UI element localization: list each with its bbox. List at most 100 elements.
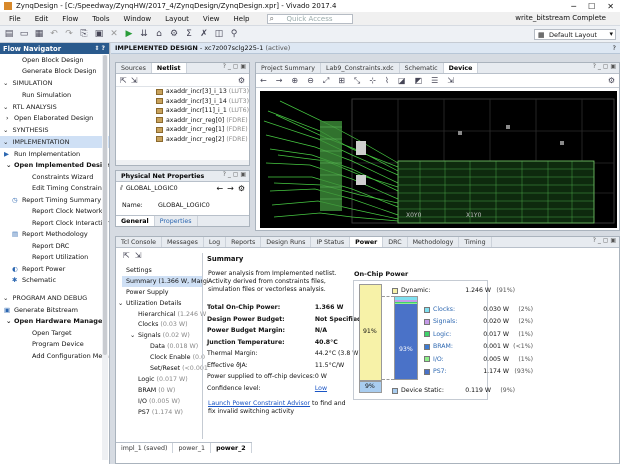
- tab-reports[interactable]: Reports: [226, 237, 262, 247]
- nav-item[interactable]: Constraints Wizard: [0, 171, 109, 183]
- nav-item[interactable]: Report Clock Interaction: [0, 217, 109, 229]
- nav-item[interactable]: Edit Timing Constraints: [0, 183, 109, 195]
- nav-item[interactable]: ▶ Run Implementation: [0, 148, 109, 160]
- nav-item[interactable]: Open Block Design: [0, 54, 109, 66]
- mark-icon[interactable]: ◩: [415, 76, 423, 85]
- power-tree-item[interactable]: Hierarchical (1.246 W: [122, 309, 206, 320]
- delete-icon[interactable]: ✕: [108, 28, 120, 40]
- nav-item[interactable]: ▤ Report Methodology: [0, 229, 109, 241]
- nav-item[interactable]: ◷ Report Timing Summary: [0, 194, 109, 206]
- menu-layout[interactable]: Layout: [158, 15, 196, 23]
- netlist-row[interactable]: axaddr_incr[11]_i_1 (LUT6): [116, 106, 249, 116]
- tab-tcl-console[interactable]: Tcl Console: [116, 237, 162, 247]
- chevron-down-icon[interactable]: ⌄: [118, 300, 126, 307]
- result-tab[interactable]: power_2: [211, 443, 252, 453]
- tab-methodology[interactable]: Methodology: [408, 237, 460, 247]
- device-settings-icon[interactable]: ⚙: [608, 76, 619, 85]
- expand-all-icon[interactable]: ⇲: [131, 76, 138, 85]
- zoom-area-icon[interactable]: ⊞: [338, 76, 345, 85]
- tab-properties[interactable]: Properties: [155, 216, 198, 226]
- netlist-row[interactable]: axaddr_incr[3]_i_14 (LUT3): [116, 97, 249, 107]
- bottom-controls-icon[interactable]: ? _ ▢ ▣: [593, 237, 619, 247]
- tab-power[interactable]: Power: [350, 237, 384, 247]
- result-tab[interactable]: power_1: [173, 443, 212, 453]
- nav-item[interactable]: › Open Elaborated Design: [0, 113, 109, 125]
- netlist-hscroll[interactable]: [116, 160, 249, 165]
- menu-file[interactable]: File: [2, 15, 28, 23]
- advisor-link[interactable]: Launch Power Constraint Advisor: [208, 400, 310, 407]
- nav-item[interactable]: Program Device: [0, 339, 109, 351]
- power-tree-item[interactable]: Settings: [122, 265, 202, 276]
- nav-item[interactable]: Report Clock Networks: [0, 206, 109, 218]
- tab-drc[interactable]: DRC: [383, 237, 408, 247]
- redo-icon[interactable]: ↷: [63, 28, 75, 40]
- nav-section[interactable]: ⌄ PROGRAM AND DEBUG: [0, 292, 109, 304]
- power-tree-item[interactable]: BRAM (0 W): [122, 385, 202, 396]
- close-icon[interactable]: ✕: [607, 2, 614, 11]
- chevron-down-icon[interactable]: ⌄: [3, 103, 8, 111]
- power-tree-item[interactable]: PS7 (1.174 W): [122, 407, 202, 418]
- minimize-icon[interactable]: ─: [571, 2, 576, 11]
- tab-view-2[interactable]: Schematic: [400, 63, 444, 73]
- tab-view-0[interactable]: Project Summary: [256, 63, 321, 73]
- forward-icon[interactable]: →: [227, 184, 234, 193]
- layers-icon[interactable]: ☰: [431, 76, 438, 85]
- power-tree-item[interactable]: I/O (0.005 W): [122, 396, 202, 407]
- back-arrow-icon[interactable]: ←: [260, 76, 267, 85]
- nav-item[interactable]: ▣ Generate Bitstream: [0, 304, 109, 316]
- program-icon[interactable]: ⌂: [153, 28, 165, 40]
- props-controls-icon[interactable]: ? _ ▢ ▣: [223, 171, 249, 181]
- zoom-out-icon[interactable]: ⊖: [307, 76, 314, 85]
- power-tree-item[interactable]: ⌄ Utilization Details: [118, 298, 202, 309]
- menu-view[interactable]: View: [196, 15, 227, 23]
- help-icon[interactable]: ?: [613, 44, 620, 52]
- netlist-row[interactable]: axaddr_incr_reg[0] (FDRE): [116, 116, 249, 126]
- menu-flow[interactable]: Flow: [55, 15, 85, 23]
- nav-section[interactable]: ⌄ SYNTHESIS: [0, 124, 109, 136]
- netlist-row[interactable]: axaddr_incr_reg[1] (FDRE): [116, 125, 249, 135]
- menu-tools[interactable]: Tools: [85, 15, 116, 23]
- select-icon[interactable]: ⤡: [354, 76, 360, 86]
- netlist-row[interactable]: axaddr_incr_reg[2] (FDRE): [116, 135, 249, 145]
- tab-log[interactable]: Log: [204, 237, 227, 247]
- nav-section[interactable]: ⌄ IMPLEMENTATION: [0, 136, 109, 148]
- nav-item[interactable]: ◐ Report Power: [0, 263, 109, 275]
- chevron-down-icon[interactable]: ⌄: [3, 138, 8, 146]
- nav-item[interactable]: ⌄ Open Implemented Design: [0, 160, 109, 172]
- stop-icon[interactable]: Σ: [183, 28, 195, 40]
- tab-sources[interactable]: Sources: [116, 63, 152, 73]
- netlist-row[interactable]: axaddr_incr[3]_i_13 (LUT3): [116, 87, 249, 97]
- nav-item[interactable]: Add Configuration Memory: [0, 350, 109, 362]
- back-icon[interactable]: ←: [216, 184, 223, 193]
- power-tree-item[interactable]: ⌄ Signals (0.02 W): [122, 330, 202, 341]
- copy-icon[interactable]: ⎘: [78, 28, 90, 40]
- tab-design-runs[interactable]: Design Runs: [261, 237, 312, 247]
- settings-icon[interactable]: ⚙: [168, 28, 180, 40]
- tab-timing[interactable]: Timing: [459, 237, 492, 247]
- layout-select[interactable]: ▦ Default Layout: [534, 29, 616, 40]
- quick-access-input[interactable]: Quick Access: [266, 13, 353, 24]
- zoom-fit-icon[interactable]: ⤢: [323, 76, 329, 86]
- maximize-icon[interactable]: ☐: [588, 2, 595, 11]
- nav-item[interactable]: ⌄ Open Hardware Manager: [0, 316, 109, 328]
- close-project-icon[interactable]: ✗: [198, 28, 210, 40]
- nav-options-icon[interactable]: ⇕ ?: [94, 45, 109, 52]
- paste-icon[interactable]: ▣: [93, 28, 105, 40]
- tab-general[interactable]: General: [116, 216, 155, 226]
- nav-item[interactable]: Report DRC: [0, 240, 109, 252]
- panel-controls-icon[interactable]: ? _ ▢ ▣: [223, 63, 249, 73]
- nav-item[interactable]: ✱ Schematic: [0, 275, 109, 287]
- undo-icon[interactable]: ↶: [48, 28, 60, 40]
- chevron-down-icon[interactable]: ⌄: [3, 126, 8, 134]
- power-tree-item[interactable]: Data (0.018 W): [122, 341, 202, 352]
- nav-item[interactable]: Report Utilization: [0, 252, 109, 264]
- new-project-icon[interactable]: ▤: [3, 28, 15, 40]
- chevron-down-icon[interactable]: ⌄: [130, 332, 138, 339]
- power-tree-item[interactable]: Clock Enable (0.0: [122, 352, 205, 363]
- menu-help[interactable]: Help: [227, 15, 257, 23]
- route-icon[interactable]: ⌇: [385, 76, 389, 85]
- step-icon[interactable]: ⇊: [138, 28, 150, 40]
- save-icon[interactable]: ▦: [33, 28, 45, 40]
- nav-item[interactable]: Open Target: [0, 327, 109, 339]
- nav-section[interactable]: ⌄ RTL ANALYSIS: [0, 101, 109, 113]
